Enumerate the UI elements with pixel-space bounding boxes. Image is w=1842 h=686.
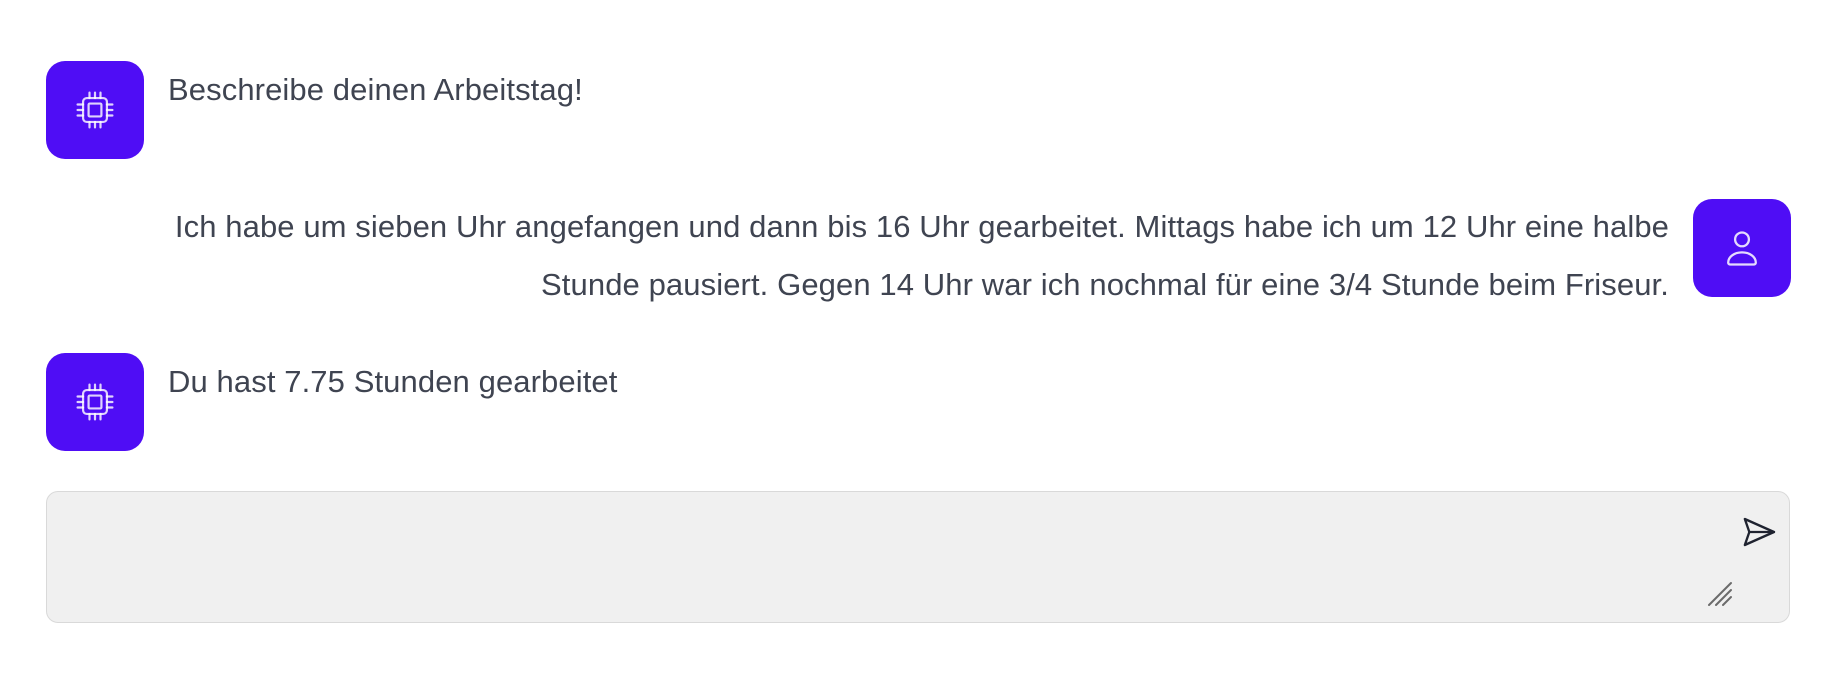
user-icon xyxy=(1727,231,1757,266)
send-button[interactable] xyxy=(1736,509,1782,555)
user-message-line: Ich habe um sieben Uhr angefangen und da… xyxy=(174,209,1669,244)
paper-plane-icon xyxy=(1743,517,1776,547)
assistant-avatar xyxy=(46,61,144,159)
cpu-chip-icon xyxy=(76,383,114,421)
cpu-chip-icon xyxy=(76,91,114,129)
user-message-text: Ich habe um sieben Uhr angefangen und da… xyxy=(175,198,1669,314)
user-message-line: Stunde pausiert. Gegen 14 Uhr war ich no… xyxy=(541,267,1669,302)
message-input[interactable] xyxy=(71,510,1675,610)
resize-grip-icon[interactable] xyxy=(1704,578,1734,608)
user-avatar xyxy=(1693,199,1791,297)
assistant-avatar xyxy=(46,353,144,451)
message-composer xyxy=(46,491,1790,623)
assistant-message-text: Beschreibe deinen Arbeitstag! xyxy=(168,72,583,107)
assistant-message-text: Du hast 7.75 Stunden gearbeitet xyxy=(168,364,618,399)
